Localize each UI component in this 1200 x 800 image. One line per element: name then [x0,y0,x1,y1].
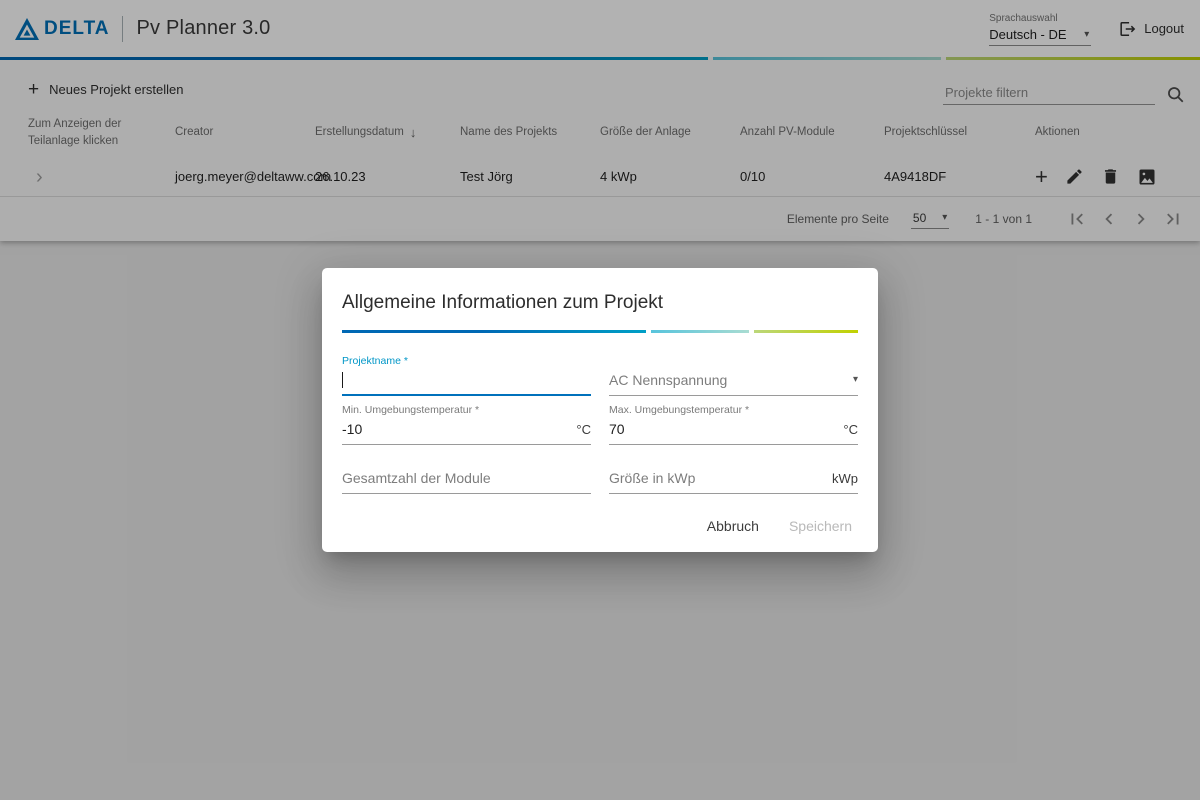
project-name-field[interactable]: Projektname * [342,347,591,396]
gradient-segment [342,330,646,333]
dialog-form: Projektname * AC Nennspannung ▾ Min. Umg… [342,347,858,494]
dialog-title: Allgemeine Informationen zum Projekt [342,292,858,314]
min-temperature-field[interactable]: Min. Umgebungstemperatur * °C [342,396,591,445]
dialog-actions: Abbruch Speichern [342,518,858,538]
max-temperature-field[interactable]: Max. Umgebungstemperatur * °C [609,396,858,445]
gradient-segment [754,330,858,333]
cancel-button[interactable]: Abbruch [707,518,759,534]
ac-voltage-field[interactable]: AC Nennspannung ▾ [609,347,858,396]
total-modules-field[interactable] [342,445,591,494]
max-temperature-unit: °C [843,422,858,437]
max-temperature-label: Max. Umgebungstemperatur * [609,404,858,416]
save-button[interactable]: Speichern [789,518,852,534]
project-name-label: Projektname * [342,355,591,367]
gradient-segment [651,330,749,333]
ac-voltage-select-value: AC Nennspannung [609,372,727,388]
total-modules-input[interactable] [342,470,591,486]
project-name-input[interactable] [343,372,591,388]
size-kwp-field[interactable]: kWp [609,445,858,494]
chevron-down-icon: ▾ [853,375,858,385]
project-dialog: Allgemeine Informationen zum Projekt Pro… [322,268,878,552]
min-temperature-input[interactable] [342,421,568,437]
dialog-gradient-bar [342,330,858,333]
max-temperature-input[interactable] [609,421,835,437]
min-temperature-label: Min. Umgebungstemperatur * [342,404,591,416]
size-kwp-unit: kWp [832,471,858,486]
size-kwp-input[interactable] [609,470,824,486]
min-temperature-unit: °C [576,422,591,437]
